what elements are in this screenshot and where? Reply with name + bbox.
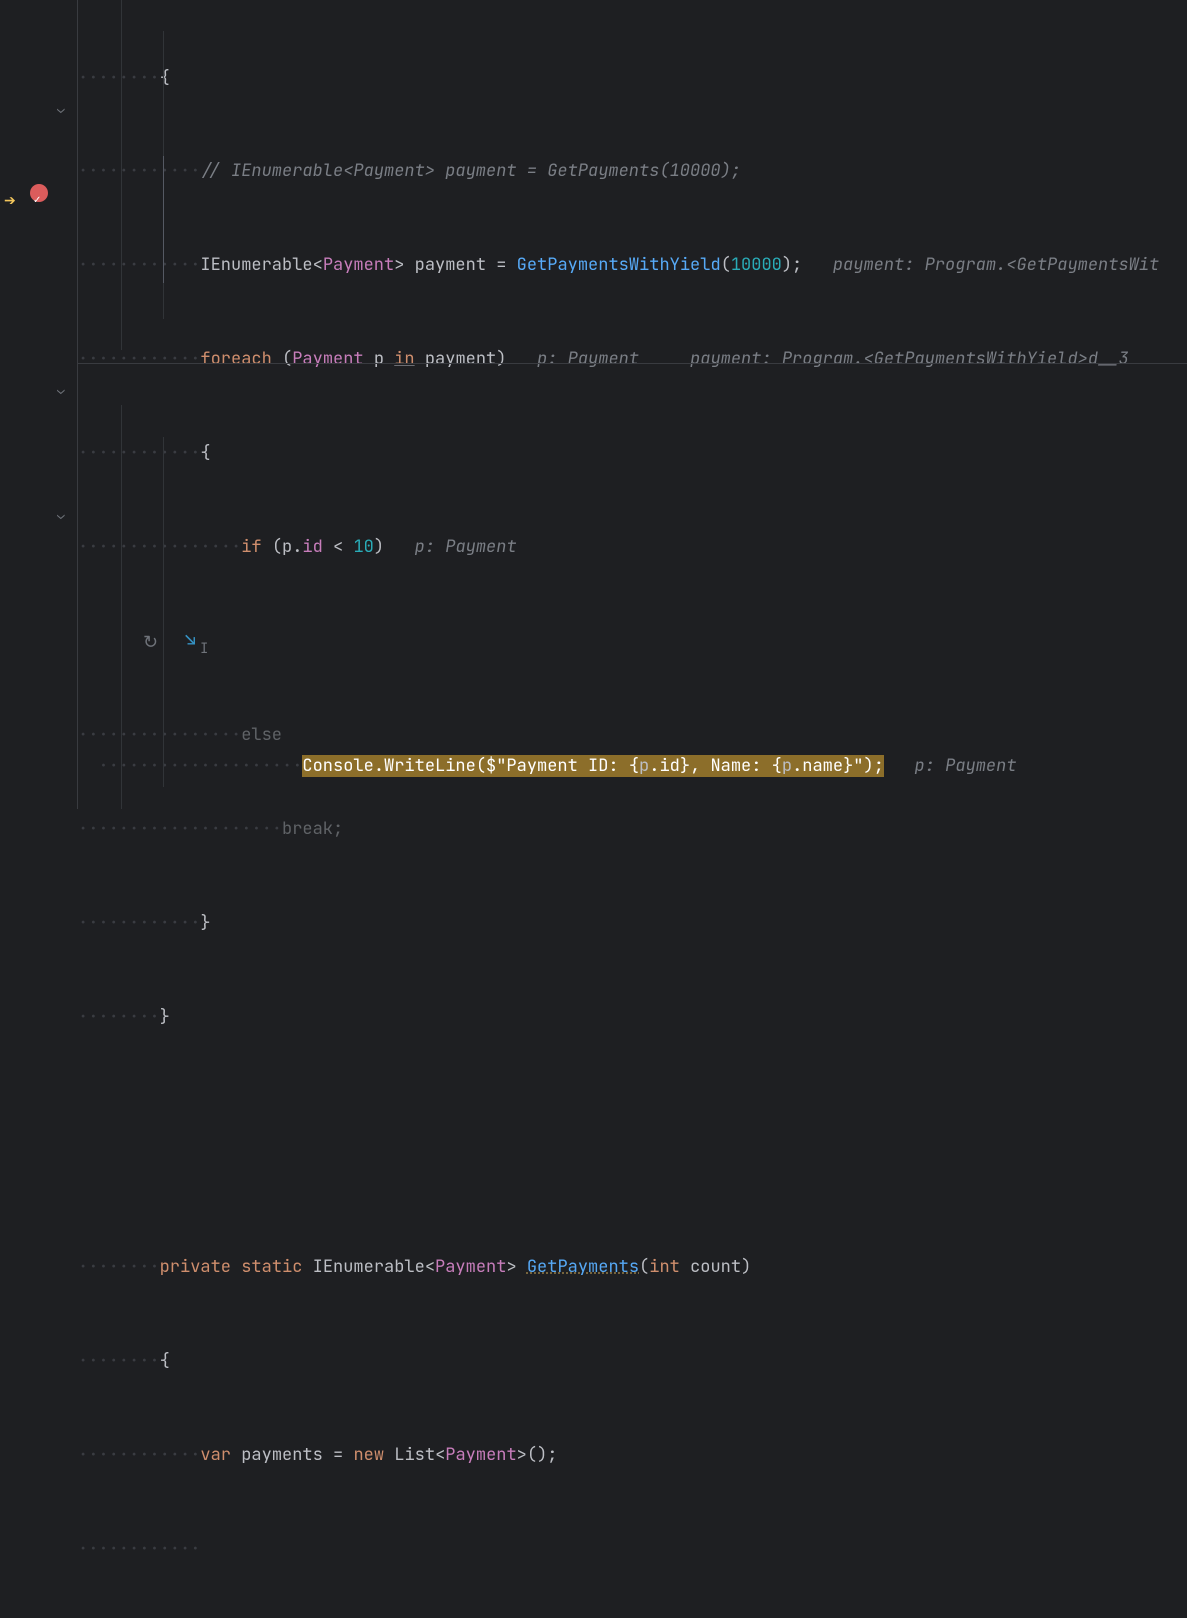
fold-chevron-icon[interactable]: ⌄ bbox=[57, 374, 65, 405]
indent-guide bbox=[163, 560, 164, 695]
code-line[interactable]: ············// IEnumerable<Payment> paym… bbox=[78, 156, 1187, 187]
text-cursor-icon: I bbox=[200, 634, 208, 665]
step-over-icon[interactable]: ↻ bbox=[143, 627, 158, 658]
indent-guide bbox=[121, 0, 122, 350]
code-line[interactable]: ············} bbox=[78, 908, 1187, 939]
indent-guide bbox=[163, 156, 164, 283]
code-line[interactable]: ····················break; bbox=[78, 814, 1187, 845]
code-line[interactable]: ········{ bbox=[78, 1346, 1187, 1377]
step-into-icon[interactable]: ↘ bbox=[185, 625, 196, 656]
code-line-current[interactable]: ↻ ↘ I ····················Console.WriteL… bbox=[78, 626, 1187, 657]
fold-chevron-icon[interactable]: ⌄ bbox=[57, 499, 65, 530]
code-line[interactable]: ········private static IEnumerable<Payme… bbox=[78, 1252, 1187, 1283]
code-line-empty[interactable] bbox=[78, 1095, 1187, 1126]
code-line[interactable]: ············foreach (Payment p in paymen… bbox=[78, 344, 1187, 375]
code-line[interactable]: ············IEnumerable<Payment> payment… bbox=[78, 250, 1187, 281]
execution-pointer-icon: ➔ bbox=[4, 186, 16, 217]
code-line[interactable]: ················else bbox=[78, 720, 1187, 751]
code-line[interactable]: ············{ bbox=[78, 438, 1187, 469]
indent-guide bbox=[121, 405, 122, 809]
code-line-empty[interactable]: ············ bbox=[78, 1534, 1187, 1565]
gutter[interactable]: ⌄ ➔ ✓ ⌄ ⌄ bbox=[0, 0, 78, 809]
breakpoint-verified-icon: ✓ bbox=[33, 184, 41, 215]
code-line[interactable]: ········{ bbox=[78, 63, 1187, 94]
code-editor[interactable]: ········{ ············// IEnumerable<Pay… bbox=[78, 0, 1187, 809]
code-line[interactable]: ············var payments = new List<Paym… bbox=[78, 1440, 1187, 1471]
method-separator bbox=[78, 363, 1187, 364]
code-line[interactable]: ················if (p.id < 10) p: Paymen… bbox=[78, 532, 1187, 563]
code-line[interactable]: ········} bbox=[78, 1002, 1187, 1033]
fold-chevron-icon[interactable]: ⌄ bbox=[57, 93, 65, 124]
